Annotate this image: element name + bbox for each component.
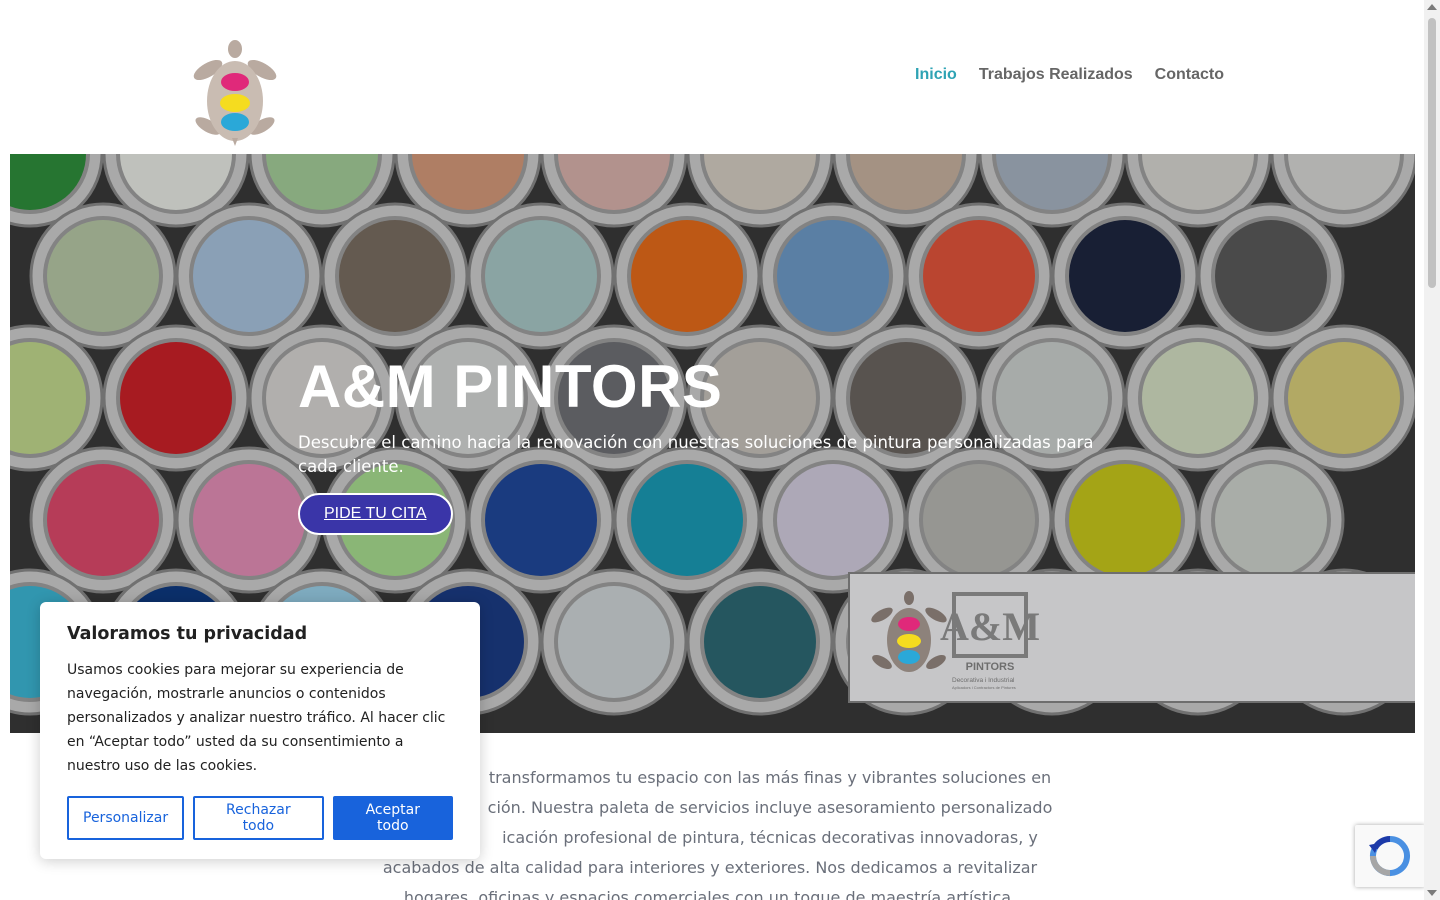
banner-turtle-icon [871,591,947,672]
site-header: Inicio Trabajos Realizados Contacto [0,0,1424,154]
scroll-thumb[interactable] [1428,18,1436,288]
banner-tagline: Decorativa i Industrial [952,677,1015,684]
hero-content: A&M PINTORS Descubre el camino hacia la … [298,349,1138,535]
reject-all-button[interactable]: Rechazar todo [193,796,324,840]
pide-tu-cita-button[interactable]: PIDE TU CITA [298,493,453,535]
scroll-down-arrow-icon[interactable] [1427,890,1437,896]
company-banner: A&M PINTORS Decorativa i Industrial Apli… [848,572,1415,703]
banner-logo-text: A&M [940,604,1040,649]
accept-all-button[interactable]: Aceptar todo [332,796,453,840]
logo-turtle-icon[interactable] [190,38,280,146]
cookie-text: Usamos cookies para mejorar su experienc… [67,662,446,774]
hero-subtitle: Descubre el camino hacia la renovación c… [298,433,1094,476]
cookie-title: Valoramos tu privacidad [67,624,308,644]
banner-logo-name: PINTORS [966,661,1015,673]
nav-item-trabajos-realizados[interactable]: Trabajos Realizados [979,66,1133,84]
hero-title: A&M PINTORS [298,353,723,420]
intro-line: hogares, oficinas y espacios comerciales… [403,888,1017,900]
banner-tagline-small: Aplicadors i Contractors de Pintures [952,685,1016,690]
main-nav: Inicio Trabajos Realizados Contacto [915,66,1224,84]
nav-item-inicio[interactable]: Inicio [915,66,957,84]
cookie-buttons: Personalizar Rechazar todo Aceptar todo [67,796,453,840]
nav-item-contacto[interactable]: Contacto [1155,66,1224,84]
recaptcha-icon [1369,836,1410,876]
page-scrollbar[interactable] [1424,0,1440,900]
cookie-consent-dialog: Valoramos tu privacidad Usamos cookies p… [40,602,480,859]
recaptcha-badge[interactable] [1355,825,1425,887]
customize-button[interactable]: Personalizar [67,796,185,840]
scroll-up-arrow-icon[interactable] [1427,4,1437,10]
